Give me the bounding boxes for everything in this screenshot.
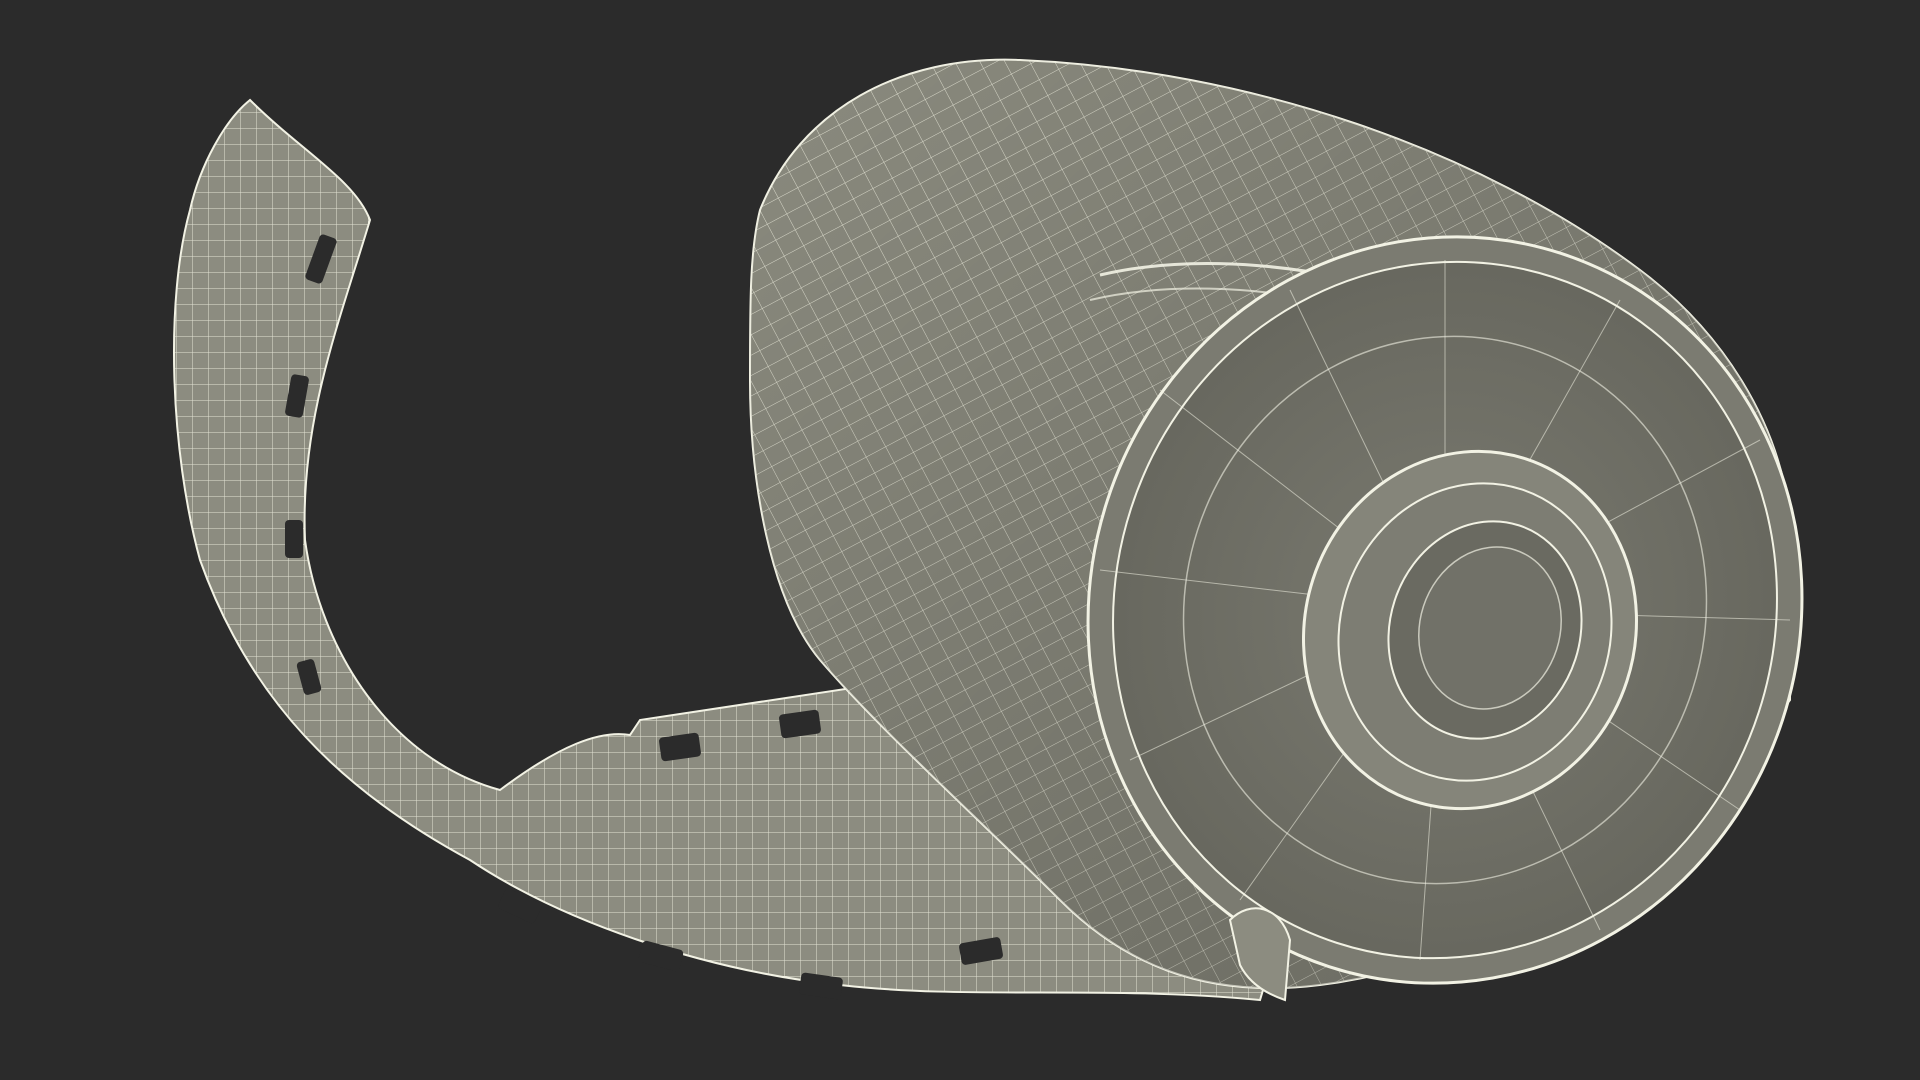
render-viewport bbox=[0, 0, 1920, 1080]
film-canister-wireframe-render bbox=[173, 58, 1804, 1002]
